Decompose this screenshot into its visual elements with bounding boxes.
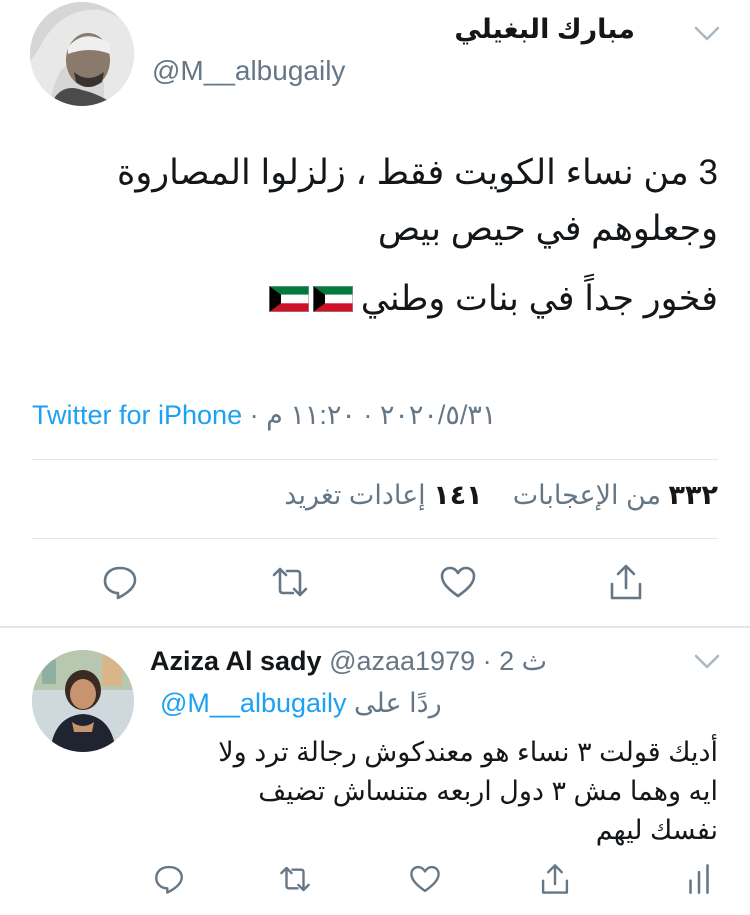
tweet-timestamp: · ٢٠٢٠/٥/٣١ · ١١:٢٠ م (242, 400, 497, 430)
reply-line: ايه وهما مش ٣ دول اربعه متنساش تضيف (258, 776, 718, 806)
reply-header: Aziza Al sady @azaa1979 · 2 ث (150, 646, 547, 677)
flags (268, 286, 353, 312)
author-handle[interactable]: @M__albugaily (152, 55, 345, 87)
tweet-line-with-flags: فخور جداً في بنات وطني (28, 271, 718, 327)
reply-handle-time[interactable]: @azaa1979 · 2 ث (329, 646, 547, 676)
kuwait-flag-icon (312, 286, 353, 312)
tweet-meta: Twitter for iPhone · ٢٠٢٠/٥/٣١ · ١١:٢٠ م (32, 400, 496, 431)
retweets-stat[interactable]: ١٤١ إعادات تغريد (284, 480, 482, 510)
share-icon[interactable] (606, 562, 646, 602)
replying-to-label: ردًا على (354, 688, 442, 718)
likes-label: من الإعجابات (512, 480, 662, 510)
tweet-source-link[interactable]: Twitter for iPhone (32, 400, 242, 430)
likes-stat[interactable]: ٣٣٢ من الإعجابات (513, 480, 718, 510)
replying-to: @M__albugaily ردًا على (160, 688, 442, 719)
divider (32, 538, 718, 539)
reply-avatar-image (32, 650, 134, 752)
author-avatar[interactable] (30, 2, 134, 106)
analytics-icon[interactable] (682, 862, 722, 902)
share-icon[interactable] (538, 862, 578, 902)
heart-icon[interactable] (438, 562, 478, 602)
tweet-line: 3 من نساء الكويت فقط ، زلزلوا المصاروة (116, 153, 718, 192)
tweet-line: وجعلوهم في حيص بيص (377, 209, 718, 248)
chevron-down-icon[interactable] (694, 26, 720, 42)
tweet-line: فخور جداً في بنات وطني (360, 279, 718, 318)
reply-text: أديك قولت ٣ نساء هو معندكوش رجالة ترد ول… (178, 733, 718, 850)
comment-icon[interactable] (100, 562, 140, 602)
tweet-stats: ٣٣٢ من الإعجابات ١٤١ إعادات تغريد (284, 480, 718, 511)
chevron-down-icon[interactable] (694, 654, 720, 670)
heart-icon[interactable] (408, 862, 448, 902)
replying-to-handle[interactable]: @M__albugaily (160, 688, 347, 718)
retweets-count: ١٤١ (433, 480, 483, 510)
divider (32, 459, 718, 460)
section-divider (0, 626, 750, 628)
author-avatar-image (30, 2, 134, 106)
kuwait-flag-icon (268, 286, 309, 312)
comment-icon[interactable] (152, 862, 192, 902)
author-name[interactable]: مبارك البغيلي (454, 14, 635, 45)
retweets-label: إعادات تغريد (284, 480, 426, 510)
reply-line: أديك قولت ٣ نساء هو معندكوش رجالة ترد ول… (218, 737, 718, 767)
reply-line: نفسك ليهم (595, 815, 718, 845)
likes-count: ٣٣٢ (668, 480, 718, 510)
reply-author-name[interactable]: Aziza Al sady (150, 646, 322, 676)
retweet-icon[interactable] (270, 562, 310, 602)
tweet-text: 3 من نساء الكويت فقط ، زلزلوا المصاروة و… (28, 145, 718, 327)
reply-avatar[interactable] (32, 650, 134, 752)
retweet-icon[interactable] (278, 862, 318, 902)
